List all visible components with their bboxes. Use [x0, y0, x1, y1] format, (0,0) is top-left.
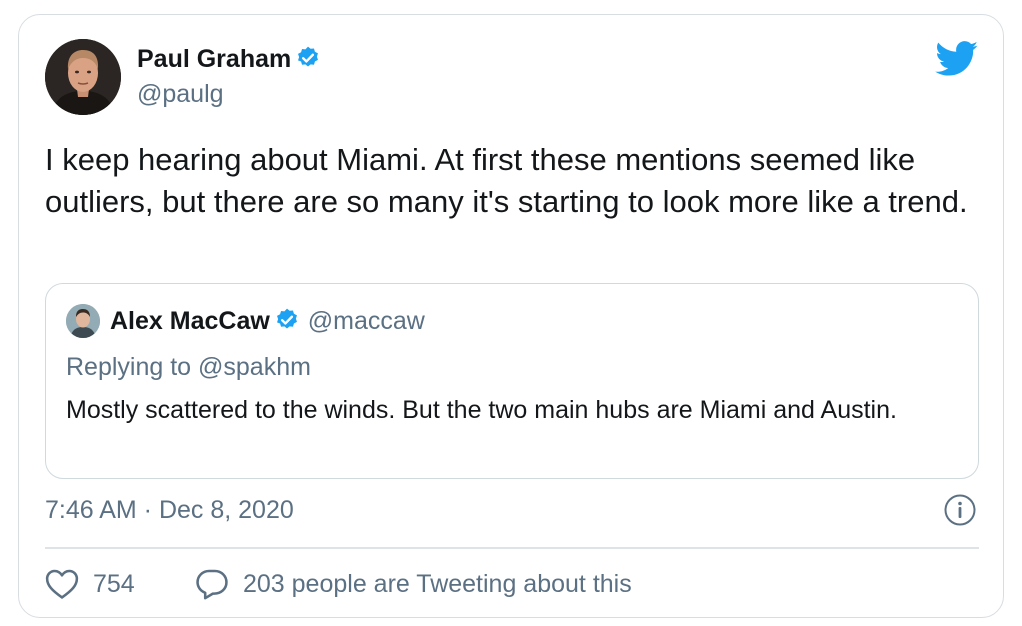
twitter-logo-icon[interactable] — [935, 41, 979, 82]
author-avatar[interactable] — [45, 39, 121, 115]
verified-badge-icon — [295, 45, 321, 78]
quoted-tweet[interactable]: Alex MacCaw @maccaw Replying to @spakhm M… — [45, 283, 979, 479]
quoted-header: Alex MacCaw @maccaw — [110, 306, 425, 340]
like-button[interactable]: 754 — [45, 567, 135, 601]
quoted-text: Mostly scattered to the winds. But the t… — [66, 396, 897, 424]
tweet-text: I keep hearing about Miami. At first the… — [45, 142, 968, 219]
quoted-author-name[interactable]: Alex MacCaw — [110, 307, 270, 335]
conversation-button[interactable]: 203 people are Tweeting about this — [195, 567, 632, 601]
reply-context[interactable]: Replying to @spakhm — [66, 352, 311, 382]
verified-badge-icon — [274, 307, 300, 340]
author-name[interactable]: Paul Graham — [137, 45, 291, 73]
tweeting-about-text: 203 people are Tweeting about this — [243, 569, 632, 598]
comment-bubble-icon — [196, 569, 228, 600]
info-icon[interactable] — [943, 493, 977, 532]
quoted-author-handle[interactable]: @maccaw — [308, 307, 425, 335]
heart-icon — [45, 569, 79, 599]
author-name-row[interactable]: Paul Graham — [137, 44, 321, 78]
like-count: 754 — [93, 569, 135, 598]
divider — [45, 547, 979, 549]
tweet-card[interactable]: Paul Graham @paulg I keep hearing about … — [18, 14, 1004, 618]
timestamp[interactable]: 7:46 AM · Dec 8, 2020 — [45, 495, 294, 525]
author-handle[interactable]: @paulg — [137, 79, 224, 109]
quoted-author-avatar[interactable] — [66, 304, 100, 338]
